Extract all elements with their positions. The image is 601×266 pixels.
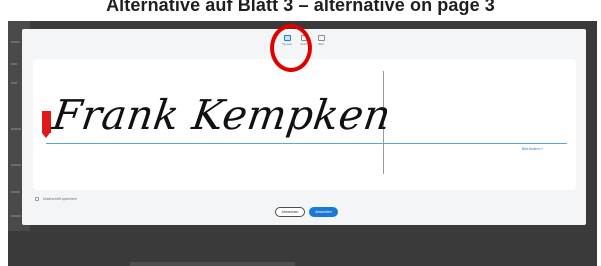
background-menu-item (11, 191, 20, 193)
save-signature-label: Unterschrift speichern (43, 197, 78, 201)
save-signature-checkbox[interactable] (35, 197, 39, 201)
background-menu-item (11, 63, 17, 65)
signature-baseline (46, 143, 567, 144)
background-menu-item (11, 215, 21, 217)
background-menu-item (11, 41, 20, 43)
tab-image[interactable]: Bild (312, 33, 330, 57)
annotation-highlight-circle (270, 24, 312, 72)
signature-canvas[interactable]: Frank Kempken Bild ändern » (33, 59, 576, 190)
background-menu-item (11, 128, 21, 130)
save-signature-row: Unterschrift speichern (35, 196, 77, 202)
change-image-link[interactable]: Bild ändern » (522, 147, 543, 151)
apply-button[interactable]: Anwenden (309, 207, 338, 217)
page-title: Alternative auf Blatt 3 – alternative on… (106, 0, 495, 15)
tab-image-label: Bild (318, 42, 324, 46)
signature-text: Frank Kempken (49, 91, 395, 139)
background-bottom-bar (130, 262, 295, 266)
background-menu-item (11, 82, 17, 84)
signature-start-marker (42, 111, 51, 138)
image-icon (317, 35, 325, 41)
cancel-button[interactable]: Abbrechen (275, 207, 305, 217)
background-menu-item (11, 164, 21, 166)
